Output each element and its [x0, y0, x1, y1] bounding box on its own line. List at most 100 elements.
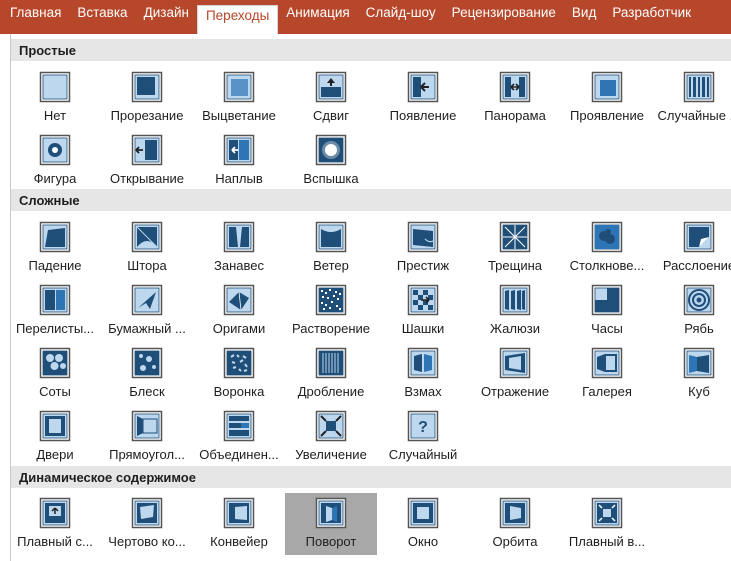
transition-option[interactable]: Поворот	[285, 493, 377, 555]
transition-option[interactable]: Штора	[101, 217, 193, 279]
transition-option[interactable]: Чертово ко...	[101, 493, 193, 555]
clock-transition-icon	[591, 284, 623, 316]
transition-option-label: Прямоугол...	[109, 447, 185, 462]
transition-option[interactable]: Конвейер	[193, 493, 285, 555]
transition-option[interactable]: Шашки	[377, 280, 469, 342]
cube-transition-icon	[683, 347, 715, 379]
transition-option[interactable]: Рябь	[653, 280, 731, 342]
transition-option[interactable]: Соты	[9, 343, 101, 405]
transition-option[interactable]: Бумажный ...	[101, 280, 193, 342]
transition-option-label: Соты	[39, 384, 71, 399]
transition-option-label: Рябь	[684, 321, 714, 336]
orbit-transition-icon	[499, 497, 531, 529]
transition-option[interactable]: Увеличение	[285, 406, 377, 468]
tab-review[interactable]: Рецензирование	[444, 0, 564, 34]
uncover-transition-icon	[131, 134, 163, 166]
transition-option-label: Ветер	[313, 258, 349, 273]
svg-text:?: ?	[418, 419, 428, 436]
transition-option[interactable]: Прорезание	[101, 67, 193, 129]
transition-option[interactable]: Фигура	[9, 130, 101, 192]
page-curl-transition-icon	[39, 284, 71, 316]
transition-option-label: Бумажный ...	[108, 321, 186, 336]
pan-transition-icon	[39, 497, 71, 529]
tab-transitions[interactable]: Переходы	[196, 5, 279, 34]
transition-option[interactable]: Двери	[9, 406, 101, 468]
tab-design[interactable]: Дизайн	[136, 0, 197, 34]
transition-option[interactable]: ? Случайный	[377, 406, 469, 468]
transition-option[interactable]: Наплыв	[193, 130, 285, 192]
transition-option[interactable]: Случайные ...	[653, 67, 731, 129]
transition-option[interactable]: Воронка	[193, 343, 285, 405]
transition-option[interactable]: Появление	[377, 67, 469, 129]
cover-transition-icon	[223, 134, 255, 166]
window-transition-icon	[407, 497, 439, 529]
transition-option-label: Перелисты...	[15, 321, 95, 336]
transition-option[interactable]: Оригами	[193, 280, 285, 342]
transition-option[interactable]: Взмах	[377, 343, 469, 405]
transition-option[interactable]: Плавный в...	[561, 493, 653, 555]
conveyor-transition-icon	[223, 497, 255, 529]
doors-transition-icon	[39, 410, 71, 442]
transition-option[interactable]: Сдвиг	[285, 67, 377, 129]
crush-transition-icon	[591, 221, 623, 253]
transition-option[interactable]: Плавный с...	[9, 493, 101, 555]
tab-slideshow[interactable]: Слайд-шоу	[358, 0, 444, 34]
transition-option[interactable]: Вспышка	[285, 130, 377, 192]
transition-option[interactable]: Куб	[653, 343, 731, 405]
tab-animations[interactable]: Анимация	[278, 0, 357, 34]
transition-option[interactable]: Объединен...	[193, 406, 285, 468]
transition-option[interactable]: Перелисты...	[9, 280, 101, 342]
transition-option[interactable]: Дробление	[285, 343, 377, 405]
wind-transition-icon	[315, 221, 347, 253]
shred-transition-icon	[315, 347, 347, 379]
transition-option[interactable]: Престиж	[377, 217, 469, 279]
transition-option[interactable]: Падение	[9, 217, 101, 279]
transition-option[interactable]: Растворение	[285, 280, 377, 342]
transition-option[interactable]: Орбита	[469, 493, 561, 555]
transition-option[interactable]: Окно	[377, 493, 469, 555]
transition-option[interactable]: Часы	[561, 280, 653, 342]
transition-option[interactable]: Панорама	[469, 67, 561, 129]
cut-transition-icon	[131, 71, 163, 103]
transition-option[interactable]: Отражение	[469, 343, 561, 405]
shape-transition-icon	[39, 134, 71, 166]
transition-option[interactable]: Расслоение	[653, 217, 731, 279]
transition-option-label: Нет	[43, 108, 67, 123]
transition-option[interactable]: Столкнове...	[561, 217, 653, 279]
tab-insert[interactable]: Вставка	[69, 0, 135, 34]
transition-option-label: Расслоение	[662, 258, 731, 273]
transition-option-label: Случайные ...	[657, 108, 731, 123]
wipe-transition-icon	[407, 71, 439, 103]
transition-option-label: Блеск	[129, 384, 165, 399]
tab-developer[interactable]: Разработчик	[604, 0, 699, 34]
split-transition-icon	[499, 71, 531, 103]
transition-option[interactable]: Выцветание	[193, 67, 285, 129]
transition-option-label: Выцветание	[202, 108, 276, 123]
transition-option-label: Прорезание	[110, 108, 184, 123]
transition-option[interactable]: Блеск	[101, 343, 193, 405]
tab-view[interactable]: Вид	[564, 0, 604, 34]
fracture-transition-icon	[499, 221, 531, 253]
transition-option-label: Сдвиг	[313, 108, 349, 123]
transition-option-label: Часы	[591, 321, 623, 336]
transition-option[interactable]: Жалюзи	[469, 280, 561, 342]
transition-option[interactable]: Ветер	[285, 217, 377, 279]
transition-option[interactable]: Проявление	[561, 67, 653, 129]
transition-option-label: Куб	[688, 384, 710, 399]
transition-option-label: Фигура	[33, 171, 77, 186]
tab-home[interactable]: Главная	[2, 0, 69, 34]
transition-option[interactable]: Прямоугол...	[101, 406, 193, 468]
transition-option-label: Окно	[407, 534, 439, 549]
transition-option[interactable]: Нет	[9, 67, 101, 129]
airplane-transition-icon	[131, 284, 163, 316]
transition-option[interactable]: Трещина	[469, 217, 561, 279]
transition-option-label: Оригами	[212, 321, 266, 336]
transition-option[interactable]: Занавес	[193, 217, 285, 279]
transition-option-label: Наплыв	[215, 171, 263, 186]
push-transition-icon	[315, 71, 347, 103]
transition-option-label: Поворот	[305, 534, 357, 549]
fade-transition-icon	[223, 71, 255, 103]
section-header-2: Сложные	[11, 189, 731, 211]
transition-option[interactable]: Галерея	[561, 343, 653, 405]
transition-option[interactable]: Открывание	[101, 130, 193, 192]
